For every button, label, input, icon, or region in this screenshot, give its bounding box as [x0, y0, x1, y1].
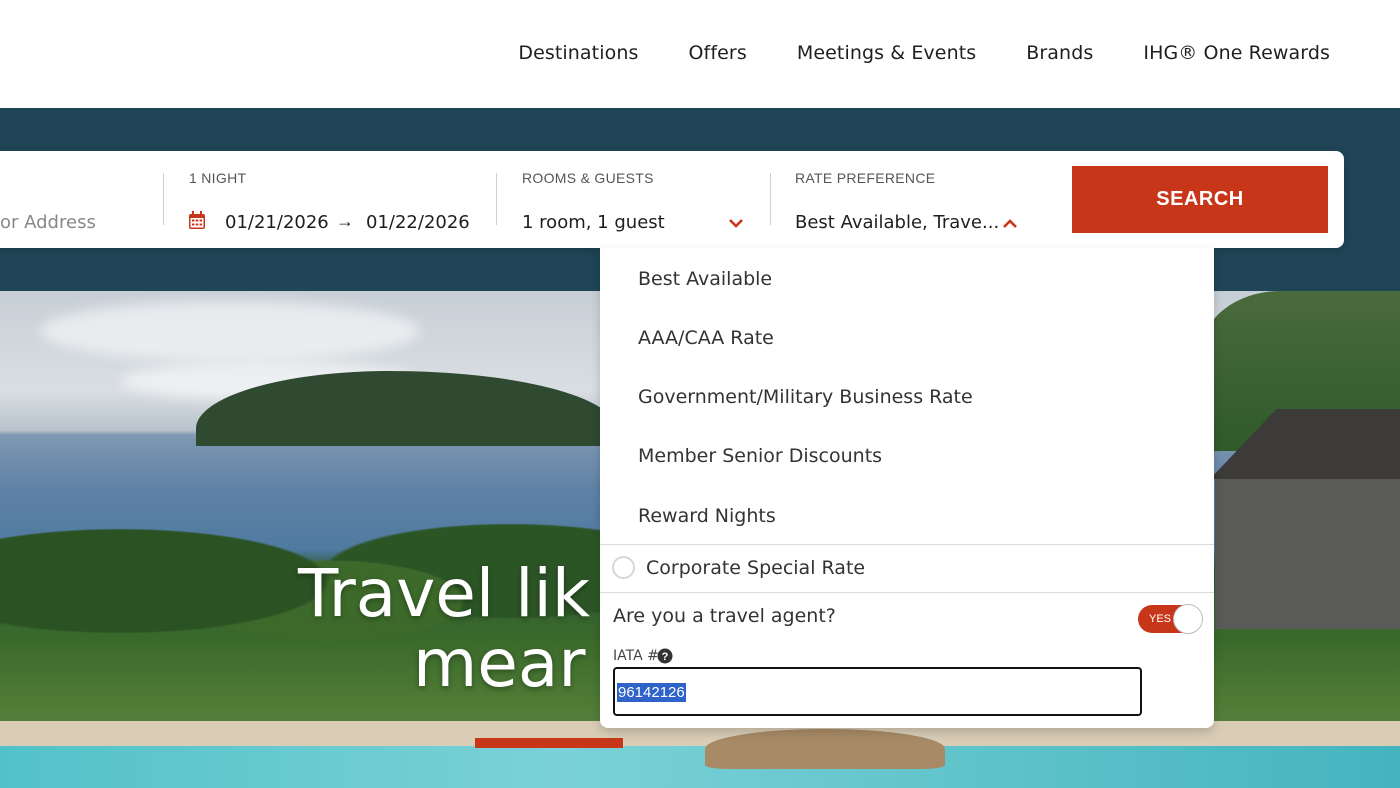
- divider: [163, 173, 164, 225]
- cloud: [40, 301, 420, 361]
- rate-preference-label: RATE PREFERENCE: [795, 170, 936, 186]
- divider: [600, 544, 1214, 545]
- question-circle-icon[interactable]: ?: [657, 648, 673, 664]
- travel-agent-question: Are you a travel agent?: [613, 605, 836, 627]
- search-button[interactable]: SEARCH: [1072, 166, 1328, 233]
- chevron-up-icon[interactable]: [1003, 217, 1017, 231]
- nav-one-rewards[interactable]: IHG® One Rewards: [1143, 42, 1330, 64]
- travel-agent-toggle[interactable]: YES: [1138, 604, 1203, 634]
- location-input[interactable]: or Address: [0, 212, 96, 233]
- hero-headline: Travel lik mear: [298, 559, 590, 699]
- site-header: Destinations Offers Meetings & Events Br…: [0, 0, 1400, 108]
- corporate-rate-radio[interactable]: [612, 556, 635, 579]
- svg-text:?: ?: [662, 651, 669, 663]
- nav-brands[interactable]: Brands: [1026, 42, 1093, 64]
- toggle-yes-label: YES: [1149, 613, 1172, 625]
- hero-line-1: Travel lik: [298, 555, 591, 632]
- arrow-right-icon: →: [336, 211, 354, 231]
- rooms-guests-select[interactable]: 1 room, 1 guest: [522, 212, 665, 233]
- nights-label: 1 NIGHT: [189, 170, 247, 186]
- iata-label: IATA #: [613, 648, 659, 664]
- rate-option-senior-discounts[interactable]: Member Senior Discounts: [638, 445, 882, 467]
- hero-accent-bar: [475, 738, 623, 748]
- rooms-guests-label: ROOMS & GUESTS: [522, 170, 654, 186]
- pool: [0, 746, 1400, 788]
- checkout-date[interactable]: 01/22/2026: [366, 212, 470, 233]
- hero-line-2: mear: [413, 625, 586, 702]
- rate-option-aaa-caa[interactable]: AAA/CAA Rate: [638, 327, 774, 349]
- search-card: or Address 1 NIGHT 01/21/2026 → 01/22/20…: [0, 151, 1344, 248]
- divider: [770, 173, 771, 225]
- nav-offers[interactable]: Offers: [688, 42, 746, 64]
- rate-preference-select[interactable]: Best Available, Trave...: [795, 212, 999, 233]
- chevron-down-icon[interactable]: [729, 216, 743, 230]
- divider: [600, 592, 1214, 593]
- toggle-knob: [1173, 604, 1203, 634]
- corporate-rate-label[interactable]: Corporate Special Rate: [646, 557, 865, 579]
- main-nav: Destinations Offers Meetings & Events Br…: [518, 42, 1330, 64]
- nav-destinations[interactable]: Destinations: [518, 42, 638, 64]
- villa-building: [1215, 479, 1400, 629]
- thatched-hut: [705, 729, 945, 769]
- rate-option-best-available[interactable]: Best Available: [638, 268, 772, 290]
- checkin-date[interactable]: 01/21/2026: [225, 212, 329, 233]
- nav-meetings-events[interactable]: Meetings & Events: [797, 42, 976, 64]
- iata-input[interactable]: [613, 667, 1142, 716]
- rate-option-government-military[interactable]: Government/Military Business Rate: [638, 386, 973, 408]
- rate-preference-dropdown: Best Available AAA/CAA Rate Government/M…: [600, 248, 1214, 728]
- calendar-icon[interactable]: [188, 211, 206, 230]
- rate-option-reward-nights[interactable]: Reward Nights: [638, 505, 776, 527]
- divider: [496, 173, 497, 225]
